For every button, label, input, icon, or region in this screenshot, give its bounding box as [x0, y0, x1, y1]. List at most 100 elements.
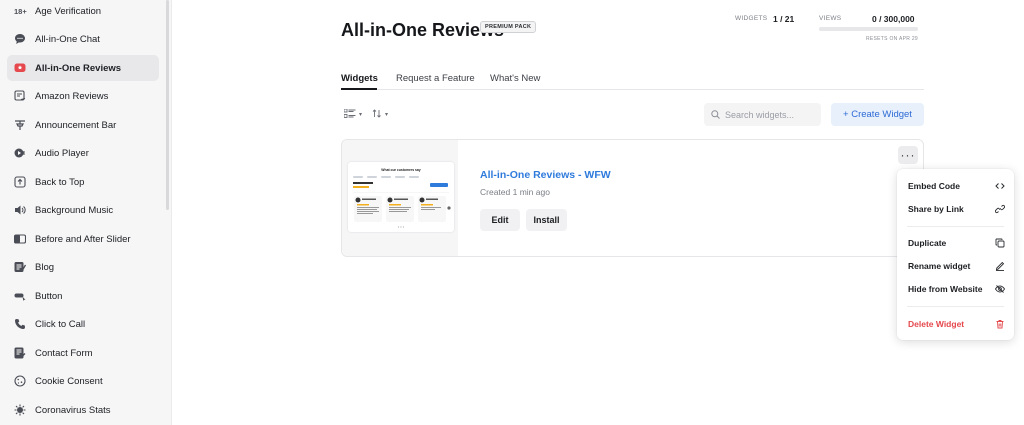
- chevron-down-icon: ▾: [385, 112, 389, 118]
- widget-created-time: Created 1 min ago: [480, 187, 550, 197]
- widget-preview-image: What our customers say • • •: [348, 162, 454, 232]
- preview-title: What our customers say: [381, 168, 420, 172]
- svg-text:• • •: • • •: [398, 224, 405, 229]
- tab-widgets[interactable]: Widgets: [341, 73, 378, 84]
- copy-icon: [995, 238, 1005, 248]
- list-grid-icon: [343, 108, 356, 120]
- tab-whats-new[interactable]: What's New: [490, 73, 540, 84]
- menu-item-label: Embed Code: [908, 181, 960, 191]
- sidebar-item-back-to-top[interactable]: Back to Top: [7, 169, 159, 195]
- sidebar-item-label: All-in-One Reviews: [35, 62, 122, 74]
- sidebar-item-coronavirus-stats[interactable]: Coronavirus Stats: [7, 397, 159, 423]
- menu-divider: [907, 306, 1004, 307]
- sidebar-item-label: Click to Call: [35, 318, 86, 330]
- eye-off-icon: [995, 284, 1005, 294]
- widget-more-options-button[interactable]: ···: [898, 146, 918, 164]
- widgets-count-value: 1 / 21: [773, 14, 795, 24]
- trash-icon: [995, 319, 1005, 329]
- before-after-icon: [14, 233, 26, 245]
- widgets-count-label: WIDGETS: [735, 15, 768, 22]
- code-icon: [995, 181, 1005, 191]
- sidebar: 18+ Age Verification All-in-One Chat All…: [0, 0, 172, 425]
- sidebar-scrollbar[interactable]: [166, 0, 169, 210]
- announcement-icon: [14, 119, 26, 131]
- reviews-icon: [14, 62, 26, 74]
- sidebar-item-label: Back to Top: [35, 176, 85, 188]
- search-box[interactable]: [704, 103, 821, 126]
- views-label: VIEWS: [819, 15, 842, 22]
- sidebar-item-label: Contact Form: [35, 347, 93, 359]
- views-progress-bar: [819, 27, 918, 31]
- sidebar-item-announcement-bar[interactable]: Announcement Bar: [7, 112, 159, 138]
- sidebar-item-amazon-reviews[interactable]: Amazon Reviews: [7, 83, 159, 109]
- view-toggle-button[interactable]: ▾: [343, 108, 363, 120]
- menu-item-hide-from-website[interactable]: Hide from Website: [897, 279, 1014, 299]
- views-resets-date: RESETS ON APR 29: [865, 36, 918, 42]
- menu-item-label: Share by Link: [908, 204, 964, 214]
- menu-item-embed-code[interactable]: Embed Code: [897, 176, 1014, 196]
- virus-icon: [14, 404, 26, 416]
- widget-name-link[interactable]: All-in-One Reviews - WFW: [480, 169, 611, 181]
- contact-form-icon: [14, 347, 26, 359]
- sidebar-item-all-in-one-chat[interactable]: All-in-One Chat: [7, 26, 159, 52]
- sidebar-item-blog[interactable]: Blog: [7, 254, 159, 280]
- sidebar-item-label: Audio Player: [35, 147, 89, 159]
- age-18-icon: 18+: [14, 6, 27, 16]
- cookie-icon: [14, 375, 26, 387]
- tab-request-feature[interactable]: Request a Feature: [396, 73, 475, 84]
- back-to-top-icon: [14, 176, 26, 188]
- more-horizontal-icon: ···: [900, 148, 916, 162]
- audio-player-icon: [14, 147, 26, 159]
- tabs-divider: [341, 89, 924, 90]
- widget-card: What our customers say • • • All-in-One …: [341, 139, 924, 257]
- pencil-icon: [995, 261, 1005, 271]
- sidebar-item-all-in-one-reviews[interactable]: All-in-One Reviews: [7, 55, 159, 81]
- views-value: 0 / 300,000: [872, 14, 915, 24]
- sidebar-item-audio-player[interactable]: Audio Player: [7, 140, 159, 166]
- menu-item-label: Duplicate: [908, 238, 947, 248]
- sidebar-item-age-verification[interactable]: 18+ Age Verification: [7, 0, 159, 24]
- phone-icon: [14, 318, 26, 330]
- speaker-icon: [14, 204, 26, 216]
- chevron-down-icon: ▾: [359, 112, 363, 118]
- blog-icon: [14, 261, 26, 273]
- sidebar-item-label: Background Music: [35, 204, 114, 216]
- install-button[interactable]: Install: [526, 209, 567, 231]
- create-widget-button[interactable]: + Create Widget: [831, 103, 924, 126]
- sidebar-item-click-to-call[interactable]: Click to Call: [7, 311, 159, 337]
- sort-button[interactable]: ▾: [372, 109, 388, 120]
- sidebar-item-label: Announcement Bar: [35, 119, 117, 131]
- search-icon: [711, 108, 720, 122]
- sidebar-item-label: Before and After Slider: [35, 233, 131, 245]
- sidebar-item-cookie-consent[interactable]: Cookie Consent: [7, 368, 159, 394]
- menu-item-rename[interactable]: Rename widget: [897, 256, 1014, 276]
- sort-icon: [372, 109, 382, 120]
- amazon-reviews-icon: [14, 90, 26, 102]
- sidebar-item-before-after-slider[interactable]: Before and After Slider: [7, 226, 159, 252]
- edit-button[interactable]: Edit: [480, 209, 520, 231]
- sidebar-item-label: Amazon Reviews: [35, 90, 109, 102]
- widget-options-menu: Embed Code Share by Link Duplicate Renam…: [897, 169, 1014, 340]
- sidebar-item-contact-form[interactable]: Contact Form: [7, 340, 159, 366]
- tab-active-indicator: [341, 88, 377, 90]
- sidebar-item-label: All-in-One Chat: [35, 33, 100, 45]
- search-input[interactable]: [725, 109, 817, 120]
- menu-item-delete-widget[interactable]: Delete Widget: [897, 314, 1014, 334]
- menu-divider: [907, 226, 1004, 227]
- menu-item-label: Delete Widget: [908, 319, 965, 329]
- menu-item-label: Rename widget: [908, 261, 971, 271]
- menu-item-label: Hide from Website: [908, 284, 983, 294]
- sidebar-item-button[interactable]: Button: [7, 283, 159, 309]
- sidebar-item-label: Blog: [35, 261, 55, 273]
- sidebar-item-label: Age Verification: [35, 5, 102, 17]
- chat-bubble-icon: [14, 33, 26, 45]
- sidebar-item-background-music[interactable]: Background Music: [7, 197, 159, 223]
- menu-item-share-link[interactable]: Share by Link: [897, 199, 1014, 219]
- button-icon: [14, 290, 26, 302]
- widget-thumbnail[interactable]: What our customers say • • •: [342, 140, 458, 256]
- menu-item-duplicate[interactable]: Duplicate: [897, 233, 1014, 253]
- sidebar-item-label: Coronavirus Stats: [35, 404, 111, 416]
- sidebar-item-label: Button: [35, 290, 63, 302]
- link-icon: [995, 204, 1005, 214]
- sidebar-item-label: Cookie Consent: [35, 375, 103, 387]
